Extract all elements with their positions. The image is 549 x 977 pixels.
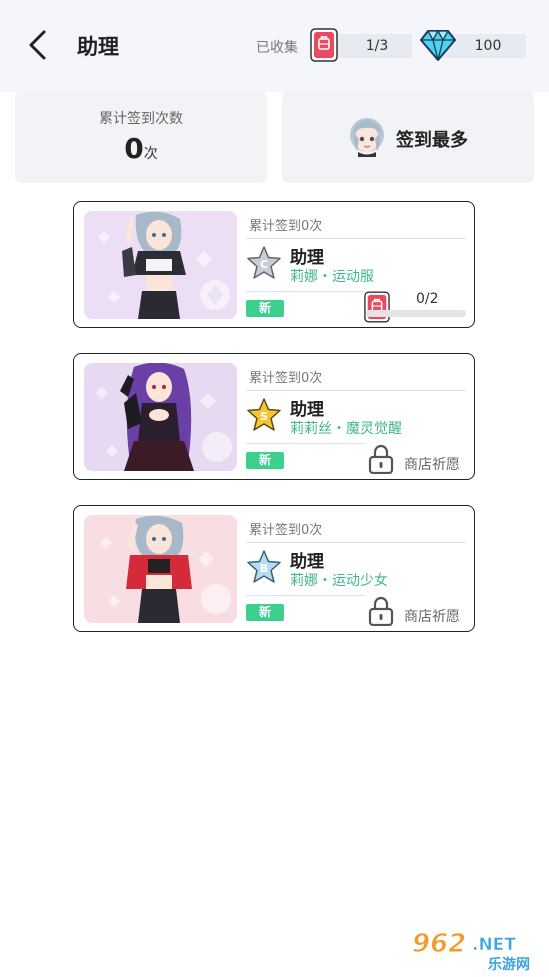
card-signin-count: 累计签到0次 [249,219,323,234]
divider [246,542,466,543]
top-bar: 助理 已收集 1/3 100 [0,0,549,92]
rank-star-icon: B [247,550,281,584]
signin-total-panel: 累计签到次数 0次 [15,92,267,183]
character-portrait [84,211,237,319]
unlock-source: 商店祈愿 [404,609,460,625]
rank-star-icon: S [247,398,281,432]
assistant-card[interactable]: 累计签到0次 S 助理 莉莉丝・魔灵觉醒 新 商店祈愿 [73,353,475,480]
collected-count: 1/3 [328,34,412,58]
divider [246,390,466,391]
card-signin-count: 累计签到0次 [249,523,323,538]
most-signin-panel: 签到最多 [282,92,534,183]
collected-label: 已收集 [256,40,298,56]
chevron-left-icon [29,30,46,60]
outfit-name: 莉莉丝・魔灵觉醒 [290,421,402,437]
assistant-card[interactable]: 累计签到0次 C 助理 莉娜・运动服 新 0/2 [73,201,475,328]
rank-star-icon: C [247,246,281,280]
role-title: 助理 [290,400,324,420]
character-portrait [84,515,237,623]
divider [246,238,466,239]
rank-letter: S [260,410,268,423]
new-badge: 新 [246,604,284,621]
site-watermark-logo: 962 .NET 乐游网 [410,926,546,974]
outfit-name: 莉娜・运动少女 [290,573,388,589]
card-signin-count: 累计签到0次 [249,371,323,386]
most-signin-label: 签到最多 [396,130,468,151]
signin-total-label: 累计签到次数 [99,111,183,127]
role-title: 助理 [290,248,324,268]
rank-letter: C [260,258,268,271]
role-title: 助理 [290,552,324,572]
diamond-icon [420,29,456,65]
assistant-card[interactable]: 累计签到0次 B 助理 莉娜・运动少女 新 商店祈愿 [73,505,475,632]
outfit-bag-icon [364,291,390,327]
unlock-source: 商店祈愿 [404,457,460,473]
divider [246,443,364,444]
signin-total-number: 0 [124,132,144,165]
lock-icon [368,444,394,478]
character-portrait [84,363,237,471]
svg-text:962: 962 [412,929,466,959]
page-title: 助理 [77,35,119,59]
unlock-progress-text: 0/2 [416,291,439,307]
unlock-progress-bar [366,310,466,317]
lock-icon [368,596,394,630]
outfit-name: 莉娜・运动服 [290,269,374,285]
outfit-bag-icon [310,28,338,66]
divider [246,291,364,292]
svg-text:.NET: .NET [472,935,516,955]
signin-total-unit: 次 [143,146,158,162]
back-button[interactable] [22,28,56,62]
new-badge: 新 [246,452,284,469]
signin-total-value: 0次 [15,132,267,165]
avatar [348,117,386,157]
svg-text:乐游网: 乐游网 [488,956,530,972]
rank-letter: B [260,562,268,575]
new-badge: 新 [246,300,284,317]
divider [246,595,364,596]
